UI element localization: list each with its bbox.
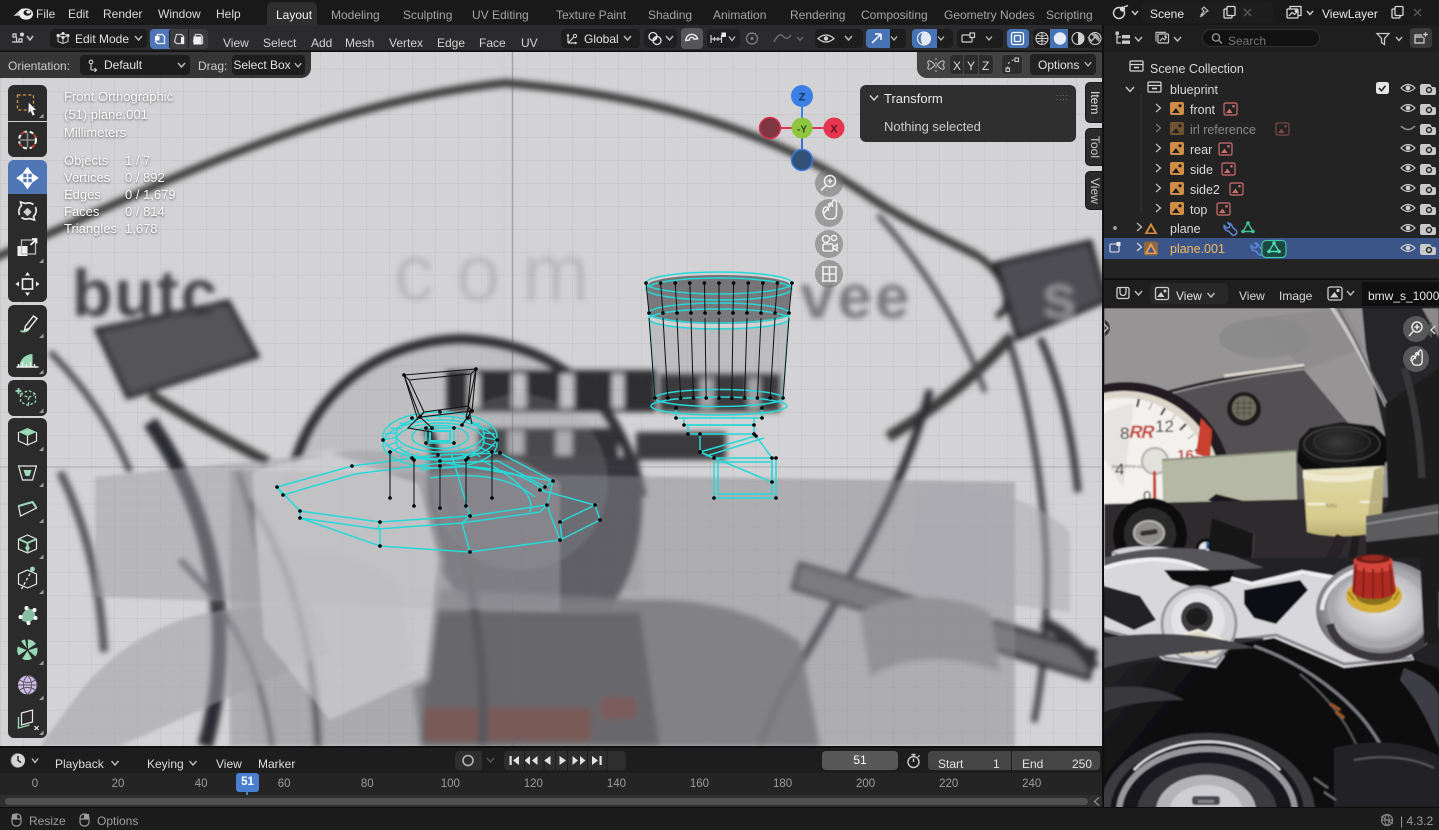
svg-text:-Y: -Y [797, 125, 807, 136]
svg-text:Z: Z [799, 92, 806, 104]
svg-text:X: X [830, 124, 838, 136]
svg-text:MIN: MIN [1326, 504, 1337, 510]
svg-text:12: 12 [1155, 417, 1174, 436]
svg-text:4: 4 [1115, 460, 1124, 479]
